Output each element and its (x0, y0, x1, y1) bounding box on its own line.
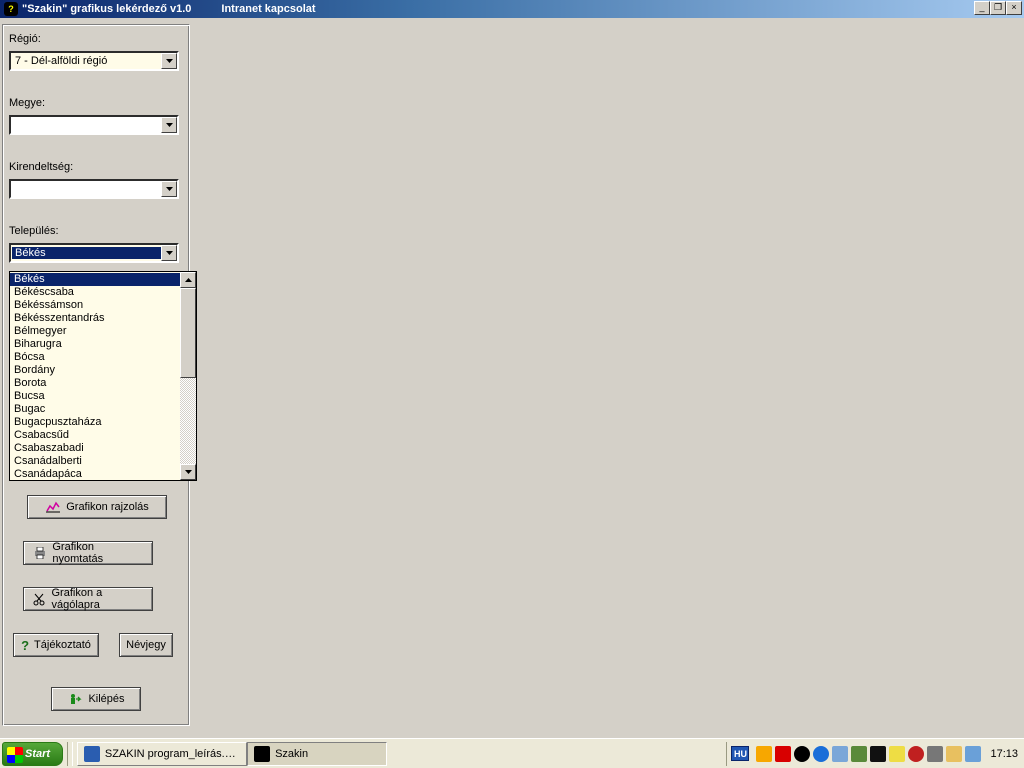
tray-icon[interactable] (794, 746, 810, 762)
nevjegy-button[interactable]: Névjegy (119, 633, 173, 657)
list-item[interactable]: Bugacpusztaháza (10, 416, 180, 429)
list-item[interactable]: Bugac (10, 403, 180, 416)
grafikon-rajzolas-button[interactable]: Grafikon rajzolás (27, 495, 167, 519)
taskbar-separator (67, 742, 73, 766)
task-label: Szakin (275, 748, 308, 760)
window-subtitle: Intranet kapcsolat (221, 3, 315, 15)
list-item[interactable]: Borota (10, 377, 180, 390)
tray-icon[interactable] (889, 746, 905, 762)
kirendeltseg-label: Kirendeltség: (9, 161, 183, 173)
button-label: Tájékoztató (34, 639, 91, 651)
system-tray: HU 17:13 (726, 742, 1022, 766)
scroll-track[interactable] (180, 288, 196, 464)
chevron-down-icon[interactable] (161, 245, 177, 261)
taskbar-item-word[interactable]: SZAKIN program_leírás.d… (77, 742, 247, 766)
button-label: Névjegy (126, 639, 166, 651)
tajekoztato-button[interactable]: ? Tájékoztató (13, 633, 99, 657)
app-icon: ? (4, 2, 18, 16)
kilepes-button[interactable]: Kilépés (51, 687, 141, 711)
telepules-label: Település: (9, 225, 183, 237)
list-item[interactable]: Bordány (10, 364, 180, 377)
window-title: "Szakin" grafikus lekérdező v1.0 (22, 3, 191, 15)
regio-value: 7 - Dél-alföldi régió (11, 55, 161, 67)
tray-icon[interactable] (965, 746, 981, 762)
list-item[interactable]: Csabacsűd (10, 429, 180, 442)
list-item[interactable]: Bócsa (10, 351, 180, 364)
list-item[interactable]: Békésszentandrás (10, 312, 180, 325)
start-button[interactable]: Start (2, 742, 63, 766)
list-item[interactable]: Békéscsaba (10, 286, 180, 299)
help-icon: ? (21, 637, 29, 653)
tray-icon[interactable] (908, 746, 924, 762)
minimize-button[interactable]: _ (974, 1, 990, 15)
exit-icon (67, 691, 83, 707)
grafikon-vagolap-button[interactable]: Grafikon a vágólapra (23, 587, 153, 611)
button-label: Kilépés (88, 693, 124, 705)
scroll-thumb[interactable] (180, 288, 196, 378)
list-item[interactable]: Békéssámson (10, 299, 180, 312)
scrollbar[interactable] (180, 272, 196, 480)
megye-dropdown[interactable] (9, 115, 179, 135)
tray-icon[interactable] (946, 746, 962, 762)
tray-icon[interactable] (756, 746, 772, 762)
grafikon-nyomtatas-button[interactable]: Grafikon nyomtatás (23, 541, 153, 565)
chevron-down-icon[interactable] (161, 181, 177, 197)
list-item[interactable]: Csabaszabadi (10, 442, 180, 455)
button-label: Grafikon a vágólapra (52, 587, 145, 611)
list-item[interactable]: Csanádalberti (10, 455, 180, 468)
tray-icon[interactable] (870, 746, 886, 762)
tray-icon[interactable] (851, 746, 867, 762)
telepules-value: Békés (12, 247, 161, 259)
tray-icon[interactable] (832, 746, 848, 762)
close-button[interactable]: × (1006, 1, 1022, 15)
regio-label: Régió: (9, 33, 183, 45)
scroll-up-button[interactable] (180, 272, 196, 288)
taskbar: Start SZAKIN program_leírás.d… Szakin HU… (0, 738, 1024, 768)
clock[interactable]: 17:13 (990, 748, 1018, 760)
list-item[interactable]: Békés (10, 273, 180, 286)
button-label: Grafikon nyomtatás (52, 541, 144, 565)
maximize-button[interactable]: ❐ (990, 1, 1006, 15)
chevron-down-icon[interactable] (161, 53, 177, 69)
tray-icon[interactable] (813, 746, 829, 762)
language-indicator[interactable]: HU (731, 746, 749, 761)
printer-icon (32, 545, 47, 561)
list-item[interactable]: Bélmegyer (10, 325, 180, 338)
task-label: SZAKIN program_leírás.d… (105, 748, 240, 760)
list-item[interactable]: Biharugra (10, 338, 180, 351)
regio-dropdown[interactable]: 7 - Dél-alföldi régió (9, 51, 179, 71)
scissors-icon (32, 591, 47, 607)
list-item[interactable]: Csanádapáca (10, 468, 180, 480)
list-item[interactable]: Bucsa (10, 390, 180, 403)
start-label: Start (25, 748, 50, 760)
app-icon (254, 746, 270, 762)
filter-panel: Régió: 7 - Dél-alföldi régió Megye: Kire… (2, 24, 190, 726)
scroll-down-button[interactable] (180, 464, 196, 480)
chevron-down-icon[interactable] (161, 117, 177, 133)
client-area: Régió: 7 - Dél-alföldi régió Megye: Kire… (0, 18, 1024, 738)
taskbar-item-szakin[interactable]: Szakin (247, 742, 387, 766)
megye-label: Megye: (9, 97, 183, 109)
chart-icon (45, 499, 61, 515)
telepules-dropdown[interactable]: Békés (9, 243, 179, 263)
button-label: Grafikon rajzolás (66, 501, 149, 513)
title-bar: ? "Szakin" grafikus lekérdező v1.0 Intra… (0, 0, 1024, 18)
telepules-listbox[interactable]: BékésBékéscsabaBékéssámsonBékésszentandr… (9, 271, 197, 481)
tray-icon[interactable] (927, 746, 943, 762)
word-icon (84, 746, 100, 762)
kirendeltseg-dropdown[interactable] (9, 179, 179, 199)
tray-icon[interactable] (775, 746, 791, 762)
